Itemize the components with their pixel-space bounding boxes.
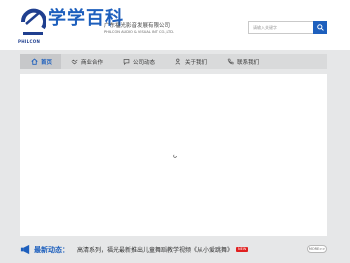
nav-label-business: 商业合作 [81, 59, 104, 66]
nav-label-about: 关于我们 [185, 59, 208, 66]
more-button[interactable]: MORE>> [307, 245, 327, 253]
loading-spinner-icon [173, 154, 177, 158]
nav-label-news: 公司动态 [133, 59, 156, 66]
main-content [20, 74, 327, 236]
company-name-cn: 广东福光影音发展有限公司 [104, 23, 171, 29]
nav-label-contact: 联系我们 [237, 59, 260, 66]
news-headline-link[interactable]: 高清系列，福光最新推出儿童舞蹈教学视频《从小爱跳舞》 [77, 245, 233, 254]
people-icon [175, 58, 181, 65]
megaphone-icon [20, 244, 30, 255]
news-ticker: 最新动态： 高清系列，福光最新推出儿童舞蹈教学视频《从小爱跳舞》 NEW MOR… [20, 241, 327, 258]
phone-icon [227, 58, 234, 65]
nav-item-news[interactable]: 公司动态 [113, 54, 165, 69]
philcon-logo-icon[interactable] [20, 8, 46, 36]
search-icon [316, 24, 324, 31]
nav-item-home[interactable]: 首页 [20, 54, 62, 69]
new-badge: NEW [236, 247, 249, 252]
nav-item-about[interactable]: 关于我们 [165, 54, 217, 69]
company-name-en: PHILCON AUDIO & VISUAL INT CO.,LTD. [104, 30, 175, 34]
news-label: 最新动态： [34, 245, 69, 254]
page: PHILCON 学学百科 广东福光影音发展有限公司 PHILCON AUDIO … [0, 0, 350, 263]
header: PHILCON 学学百科 广东福光影音发展有限公司 PHILCON AUDIO … [0, 0, 350, 50]
chat-icon [123, 59, 130, 65]
main-nav: 首页 商业合作 公司动态 关于我们 联系我们 [20, 54, 327, 69]
search-button[interactable] [313, 21, 327, 34]
search-input[interactable]: 请输入关键字 [248, 21, 314, 34]
nav-label-home: 首页 [41, 59, 53, 66]
home-icon [31, 58, 38, 65]
logo-subtitle: PHILCON [18, 39, 41, 44]
handshake-icon [71, 59, 78, 65]
nav-item-contact[interactable]: 联系我们 [217, 54, 269, 69]
nav-item-business[interactable]: 商业合作 [61, 54, 113, 69]
